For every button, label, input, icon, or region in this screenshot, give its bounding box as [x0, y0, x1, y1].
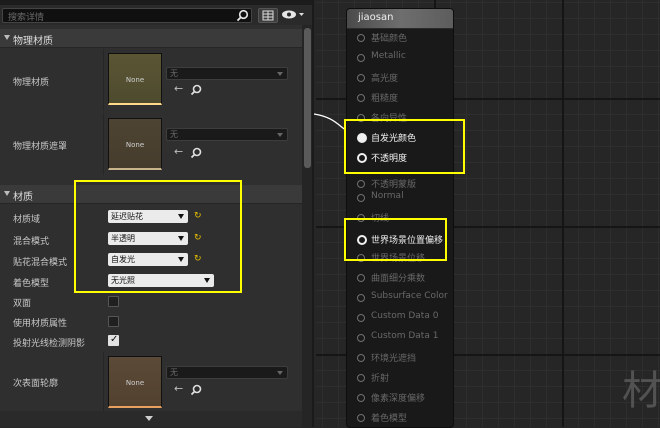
property-label: 贴花混合模式 — [13, 258, 68, 268]
pin-connector-icon[interactable] — [357, 394, 365, 402]
chevron-down-icon — [277, 133, 283, 137]
pin-connector-icon[interactable] — [357, 180, 365, 188]
collapse-arrow-icon[interactable] — [4, 191, 10, 196]
pin-label: Custom Data 1 — [371, 331, 439, 341]
pin-label: Custom Data 0 — [371, 311, 439, 321]
scrollbar[interactable] — [302, 25, 312, 427]
property-row-subsurface-profile: 次表面轮廓 None 无 ← — [0, 352, 302, 411]
property-row-cast-ray-traced-shadows: 投射光线检测阴影 — [0, 332, 302, 352]
property-label: 物理材质遮罩 — [13, 142, 68, 152]
property-label: 次表面轮廓 — [13, 379, 59, 389]
pin-connector-icon[interactable] — [357, 74, 365, 82]
pin-label: 高光度 — [371, 74, 399, 84]
pin-connector-icon[interactable] — [357, 34, 365, 42]
property-label: 使用材质属性 — [13, 319, 68, 329]
property-label: 着色模型 — [13, 279, 50, 289]
pin-label: 曲面细分乘数 — [371, 274, 426, 284]
details-panel: 搜索详情 物理材质 物理材质 None 无 ← 物理材质遮罩 None 无 ← … — [0, 0, 314, 427]
highlight-box — [74, 180, 242, 293]
pin-label: Subsurface Color — [371, 291, 448, 301]
property-row-physical-material: 物理材质 None 无 ← — [0, 49, 302, 111]
physical-material-mask-thumbnail[interactable]: None — [108, 118, 162, 170]
category-label: 物理材质 — [13, 36, 53, 47]
property-row-use-material-attributes: 使用材质属性 — [0, 312, 302, 332]
pin-label: 像素深度偏移 — [371, 394, 426, 404]
search-placeholder: 搜索详情 — [8, 13, 45, 23]
browse-search-icon[interactable] — [190, 84, 203, 97]
grid-view-button[interactable] — [258, 8, 278, 23]
pin-label: 环境光遮挡 — [371, 354, 417, 364]
pin-connector-icon[interactable] — [357, 94, 365, 102]
subsurface-profile-dropdown[interactable]: 无 — [166, 366, 288, 379]
pin-connector-icon[interactable] — [357, 354, 365, 362]
column-divider[interactable] — [103, 113, 104, 175]
property-label: 混合模式 — [13, 237, 50, 247]
chevron-down-icon — [277, 371, 283, 375]
pin-connector-icon[interactable] — [357, 334, 365, 342]
expand-arrow-icon[interactable] — [145, 416, 153, 421]
physical-material-dropdown[interactable]: 无 — [166, 67, 288, 80]
pin-connector-icon[interactable] — [357, 414, 365, 422]
property-label: 材质域 — [13, 215, 41, 225]
property-label: 双面 — [13, 299, 32, 309]
column-divider[interactable] — [103, 352, 104, 411]
node-header[interactable]: jiaosan — [347, 9, 453, 29]
property-label: 投射光线检测阴影 — [13, 339, 86, 349]
pin-label: Metallic — [371, 51, 406, 61]
pin-label: 粗糙度 — [371, 94, 399, 104]
search-input[interactable]: 搜索详情 — [2, 8, 252, 23]
property-label: 物理材质 — [13, 78, 50, 88]
use-selected-arrow-icon[interactable]: ← — [174, 145, 183, 158]
column-divider[interactable] — [103, 49, 104, 111]
pin-connector-icon[interactable] — [357, 374, 365, 382]
pin-label: 折射 — [371, 374, 390, 384]
two-sided-checkbox[interactable] — [108, 296, 119, 307]
category-label: 材质 — [13, 192, 33, 203]
watermark-character: 材 — [622, 368, 660, 414]
eye-icon — [282, 10, 304, 19]
property-row-two-sided: 双面 — [0, 292, 302, 312]
subsurface-profile-thumbnail[interactable]: None — [108, 356, 162, 408]
category-physical-material[interactable]: 物理材质 — [0, 29, 302, 48]
highlight-box — [344, 119, 465, 174]
highlight-box — [344, 218, 447, 261]
pin-connector-icon[interactable] — [357, 194, 365, 202]
pin-label: 不透明蒙版 — [371, 180, 417, 190]
use-selected-arrow-icon[interactable]: ← — [174, 82, 183, 95]
physical-material-thumbnail[interactable]: None — [108, 53, 162, 105]
collapse-arrow-icon[interactable] — [4, 35, 10, 40]
visibility-button[interactable] — [281, 8, 306, 23]
use-selected-arrow-icon[interactable]: ← — [174, 382, 183, 395]
cast-ray-traced-shadows-checkbox[interactable] — [108, 334, 119, 346]
pin-label: Normal — [371, 191, 404, 201]
search-row: 搜索详情 — [0, 5, 312, 25]
grid-icon — [262, 10, 274, 21]
pin-connector-icon[interactable] — [357, 314, 365, 322]
use-material-attributes-checkbox[interactable] — [108, 316, 119, 327]
pin-connector-icon[interactable] — [357, 54, 365, 62]
browse-search-icon[interactable] — [190, 384, 203, 397]
pin-connector-icon[interactable] — [357, 294, 365, 302]
chevron-down-icon — [277, 72, 283, 76]
physical-material-mask-dropdown[interactable]: 无 — [166, 128, 288, 141]
search-icon[interactable] — [236, 9, 249, 22]
pin-label: 基础颜色 — [371, 34, 408, 44]
node-title: jiaosan — [358, 12, 394, 23]
scrollbar-thumb[interactable] — [304, 28, 311, 168]
expand-more-bar[interactable] — [0, 411, 302, 427]
browse-search-icon[interactable] — [190, 147, 203, 160]
pin-label: 着色模型 — [371, 414, 408, 424]
pin-connector-icon[interactable] — [357, 274, 365, 282]
property-row-physical-material-mask: 物理材质遮罩 None 无 ← — [0, 113, 302, 175]
